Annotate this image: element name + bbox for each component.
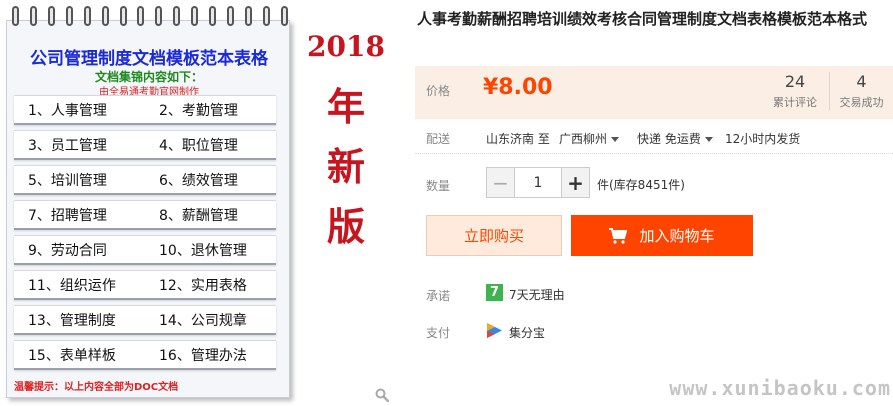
promise-label: 承诺 (426, 289, 451, 303)
product-info-panel: 人事考勤薪酬招聘培训绩效考核合同管理制度文档表格模板范本格式 价格 ¥8.00 … (415, 0, 893, 406)
notepad-row: 3、员工管理 4、职位管理 (14, 130, 276, 160)
quantity-input[interactable] (515, 168, 561, 197)
notepad-item: 7、招聘管理 (28, 207, 107, 224)
notepad-row: 9、劳动合同 10、退休管理 (14, 235, 276, 265)
edition-year: 2018 (307, 30, 385, 63)
notepad-tip: 温馨提示：以上内容全部为DOC文档 (14, 382, 179, 393)
stock-info: 件(库存8451件) (597, 178, 685, 192)
edition-char: 年 (326, 84, 365, 129)
notepad-row: 1、人事管理 2、考勤管理 (14, 95, 276, 125)
notepad-item: 11、组织运作 (28, 277, 116, 294)
notepad-item: 6、绩效管理 (159, 172, 238, 189)
ship-to-select[interactable]: 广西柳州 (559, 130, 620, 147)
notepad-item: 8、薪酬管理 (159, 207, 238, 224)
reviews-count: 24 (784, 72, 806, 91)
cart-icon (609, 227, 628, 244)
notepad-row: 13、管理制度 14、公司规章 (14, 305, 276, 335)
notepad-item: 5、培训管理 (28, 172, 107, 189)
add-to-cart-label: 加入购物车 (639, 227, 715, 245)
notepad-item: 14、公司规章 (159, 312, 247, 329)
sales-count: 4 (856, 72, 867, 91)
quantity-stepper: − + (486, 167, 590, 198)
edition-char: 版 (326, 204, 365, 249)
ship-time: 12小时内发货 (725, 132, 801, 146)
caret-down-icon (704, 137, 713, 142)
increase-quantity-button[interactable]: + (561, 168, 589, 197)
notepad-row: 15、表单样板 16、管理办法 (14, 340, 276, 370)
notepad-row: 7、招聘管理 8、薪酬管理 (14, 200, 276, 230)
ship-method-value: 快递 免运费 (637, 132, 701, 146)
edition-char: 新 (326, 144, 365, 189)
sales-stat[interactable]: 4 交易成功 (829, 72, 893, 110)
quantity-label: 数量 (426, 179, 451, 193)
ship-method-select[interactable]: 快递 免运费 (637, 130, 713, 147)
price-box: 价格 ¥8.00 24 累计评论 4 交易成功 (415, 66, 893, 119)
notepad-item: 2、考勤管理 (159, 102, 238, 119)
seven-day-return-icon: 7 (486, 284, 503, 301)
notepad-item: 12、实用表格 (159, 277, 247, 294)
notepad-item: 9、劳动合同 (28, 242, 107, 259)
notepad-item: 3、员工管理 (28, 137, 107, 154)
payment-method: 集分宝 (509, 326, 546, 340)
notepad-item-grid: 1、人事管理 2、考勤管理 3、员工管理 4、职位管理 5、培训管理 6、绩效管… (14, 95, 276, 375)
notepad-row: 11、组织运作 12、实用表格 (14, 270, 276, 300)
notepad-row: 5、培训管理 6、绩效管理 (14, 165, 276, 195)
decrease-quantity-button[interactable]: − (487, 168, 515, 197)
add-to-cart-button[interactable]: 加入购物车 (571, 215, 753, 256)
shipping-row: 配送 山东济南 至 广西柳州 快递 免运费 12小时内发货 (415, 124, 893, 154)
notepad-item: 15、表单样板 (28, 347, 116, 364)
notepad-item: 13、管理制度 (28, 312, 116, 329)
reviews-label: 累计评论 (773, 96, 817, 109)
notepad-item: 10、退休管理 (159, 242, 247, 259)
shipping-label: 配送 (426, 132, 451, 146)
payment-label: 支付 (426, 326, 451, 340)
edition-badge: 2018 年 新 版 (300, 30, 392, 257)
buy-now-button[interactable]: 立即购买 (426, 215, 562, 256)
sales-label: 交易成功 (839, 96, 884, 109)
price-label: 价格 (426, 84, 451, 98)
ship-to-value: 广西柳州 (559, 132, 608, 146)
reviews-stat[interactable]: 24 累计评论 (761, 72, 829, 110)
ship-from: 山东济南 至 (486, 132, 550, 146)
notepad-item: 16、管理办法 (159, 347, 247, 364)
promise-text[interactable]: 7天无理由 (509, 286, 565, 303)
site-watermark: www.xunibaoku.com (669, 376, 891, 400)
notepad-title: 公司管理制度文档模板范本表格 (30, 49, 268, 69)
product-title: 人事考勤薪酬招聘培训绩效考核合同管理制度文档表格模板范本格式 (417, 10, 868, 28)
jifenbao-icon (487, 323, 502, 338)
notepad-item: 1、人事管理 (28, 102, 107, 119)
price-value: ¥8.00 (483, 75, 553, 100)
magnifier-icon[interactable] (375, 388, 389, 402)
caret-down-icon (611, 137, 620, 142)
product-image[interactable]: 公司管理制度文档模板范本表格 文档集锦内容如下： 由全易通考勤官网制作 1、人事… (0, 0, 395, 406)
notepad-item: 4、职位管理 (159, 137, 238, 154)
spiral-binding (12, 6, 288, 28)
